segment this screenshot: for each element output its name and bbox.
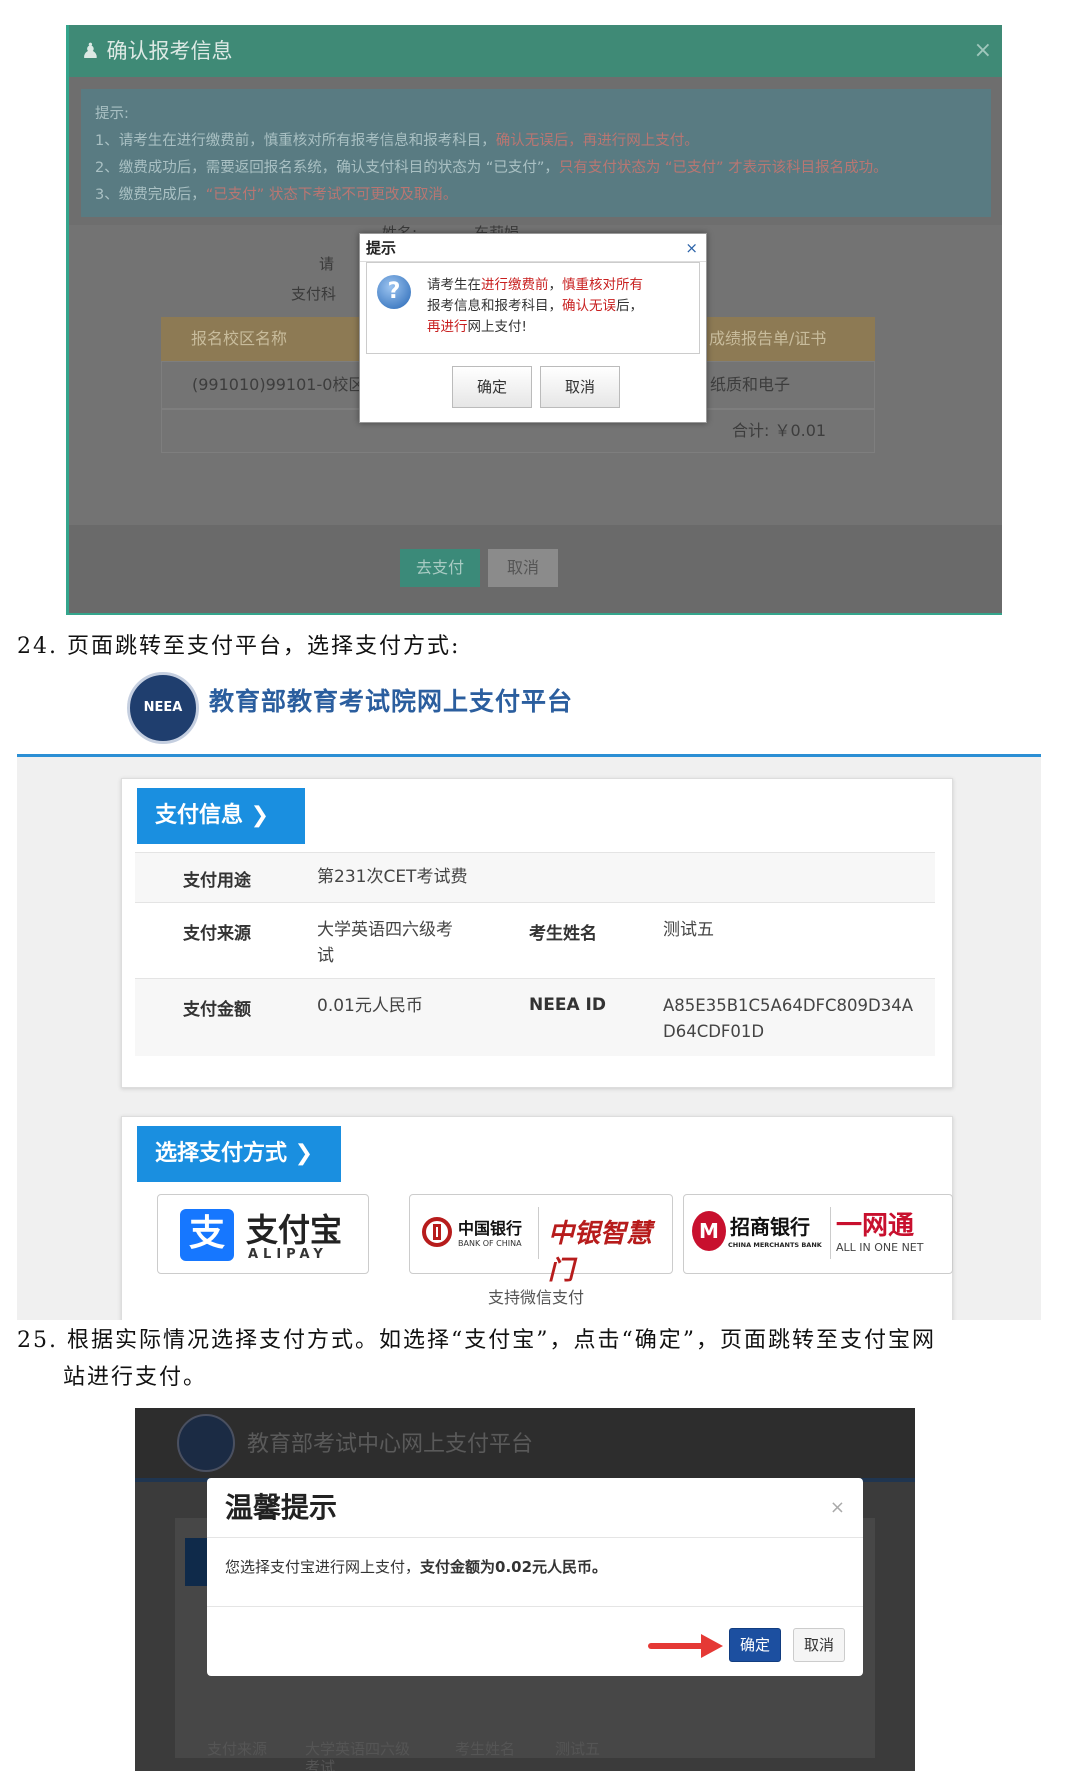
cell-campus: (991010)99101-0校区 [192, 375, 365, 394]
boc-en-label: BANK OF CHINA [458, 1239, 522, 1248]
table-row: 支付金额 0.01元人民币 NEEA ID A85E35B1C5A64DFC80… [135, 978, 935, 1056]
msg-part: 报考信息和报考科目， [427, 298, 562, 314]
tip-3-text: 3、缴费完成后， [95, 187, 206, 203]
modal-header: ♟ 确认报考信息 × [69, 25, 1002, 77]
bg-name-label: 考生姓名 [455, 1740, 516, 1758]
dimmed-platform-title: 教育部考试中心网上支付平台 [247, 1432, 534, 1457]
boc-brand-label: 中银智慧门 [548, 1219, 653, 1286]
neea-id-value: A85E35B1C5A64DFC809D34AD64CDF01D [663, 996, 914, 1041]
confirm-button[interactable]: 确定 [729, 1628, 781, 1662]
dialog-content: ? 请考生在进行缴费前，慎重核对所有 报考信息和报考科目，确认无误后， 再进行网上支… [366, 262, 700, 354]
col-campus: 报名校区名称 [191, 329, 288, 348]
cmb-brand-label: 一网通 [836, 1211, 915, 1241]
dialog-ok-button[interactable]: 确定 [452, 366, 532, 408]
tip-2: 2、缴费成功后，需要返回报名系统，确认支付科目的状态为 “已支付”，只有支付状态… [95, 155, 977, 182]
alipay-confirm-screenshot: 教育部考试中心网上支付平台 支付来源 大学英语四六级 考试 考生姓名 测试五 温… [135, 1408, 915, 1771]
amount-value: 0.01元人民币 [317, 996, 423, 1016]
dialog-header: 温馨提示 × [207, 1478, 863, 1538]
dialog-title: 温馨提示 [225, 1491, 338, 1524]
user-icon: ♟ [81, 39, 100, 63]
bg-name-value: 测试五 [555, 1740, 601, 1758]
close-icon[interactable]: × [830, 1478, 845, 1538]
divider [538, 1207, 539, 1259]
boc-cn-label: 中国银行 [458, 1219, 523, 1238]
purpose-label: 支付用途 [183, 871, 251, 891]
tip-3-highlight: “已支付” 状态下考试不可更改及取消。 [205, 187, 458, 203]
divider [207, 1606, 863, 1607]
alipay-en-label: ALIPAY [248, 1247, 328, 1262]
boc-logo-icon [422, 1217, 452, 1247]
close-icon[interactable]: × [974, 25, 992, 77]
payment-method-heading: 选择支付方式 ❯ [137, 1126, 341, 1182]
dialog-title: 提示 [366, 239, 397, 257]
msg-part: 再进行 [427, 319, 468, 335]
payment-platform-screenshot: NEEA 教育部教育考试院网上支付平台 支付信息 ❯ 支付用途 第231次CET… [17, 660, 1041, 1320]
cmb-brand-en-label: ALL IN ONE NET [836, 1241, 924, 1254]
alipay-icon: 支 [180, 1209, 234, 1261]
boc-option[interactable]: 中国银行 BANK OF CHINA 中银智慧门 [409, 1194, 673, 1286]
table-row: 支付来源 大学英语四六级考试 考生姓名 测试五 [135, 902, 935, 978]
cmb-cn-label: 招商银行 [730, 1215, 810, 1239]
neea-logo: NEEA [127, 672, 199, 744]
dialog-message: 您选择支付宝进行网上支付，支付金额为0.02元人民币。 [225, 1556, 607, 1577]
msg-part: 慎重核对所有 [562, 277, 643, 293]
wechat-support-note: 支持微信支付 [488, 1288, 585, 1307]
modal-title: 确认报考信息 [106, 39, 233, 63]
table-row: 支付用途 第231次CET考试费 [135, 852, 935, 902]
bg-source-label: 支付来源 [207, 1740, 268, 1758]
amount-label: 支付金额 [183, 1000, 251, 1020]
red-arrow-icon [648, 1634, 723, 1658]
name-value: 测试五 [663, 920, 714, 940]
neea-logo [177, 1414, 235, 1472]
cancel-button[interactable]: 取消 [793, 1628, 845, 1662]
msg-part: 后， [616, 298, 643, 314]
msg-part: 确认无误 [562, 298, 616, 314]
msg-part: 请考生在 [427, 277, 481, 293]
tip-1-highlight: 确认无误后，再进行网上支付。 [495, 133, 699, 149]
divider [830, 1207, 831, 1259]
source-label: 支付来源 [183, 924, 251, 944]
msg-part: 进行缴费前 [481, 277, 549, 293]
confirm-registration-screenshot: ♟ 确认报考信息 × 提示: 1、请考生在进行缴费前，慎重核对所有报考信息和报考… [66, 25, 1002, 615]
dialog-cancel-button[interactable]: 取消 [540, 366, 620, 408]
bg-char: 请 [319, 255, 335, 273]
warm-tip-dialog: 温馨提示 × 您选择支付宝进行网上支付，支付金额为0.02元人民币。 确定 取消 [207, 1478, 863, 1676]
msg-text: 您选择支付宝进行网上支付， [225, 1558, 421, 1576]
tips-box: 提示: 1、请考生在进行缴费前，慎重核对所有报考信息和报考科目，确认无误后，再进… [81, 89, 991, 217]
tip-3: 3、缴费完成后，“已支付” 状态下考试不可更改及取消。 [95, 182, 977, 209]
go-pay-button[interactable]: 去支付 [400, 549, 480, 587]
tip-1: 1、请考生在进行缴费前，慎重核对所有报考信息和报考科目，确认无误后，再进行网上支… [95, 128, 977, 155]
dialog-title-bar: 提示 × [360, 234, 706, 262]
alipay-cn-label: 支付宝 [246, 1211, 343, 1249]
total-amount: 合计: ￥0.01 [732, 421, 827, 440]
pay-info-heading: 支付信息 ❯ [137, 788, 305, 844]
tips-heading: 提示: [95, 106, 129, 122]
cmb-option[interactable]: M 招商银行 CHINA MERCHANTS BANK 一网通 ALL IN O… [683, 1194, 953, 1274]
bg-source-value-2: 考试 [305, 1758, 336, 1771]
close-icon[interactable]: × [685, 234, 698, 262]
msg-part: ， [548, 277, 563, 293]
platform-title: 教育部教育考试院网上支付平台 [209, 687, 574, 716]
cell-report: 纸质和电子 [710, 375, 791, 394]
cancel-button[interactable]: 取消 [488, 549, 558, 587]
msg-amount: 支付金额为0.02元人民币。 [420, 1558, 608, 1576]
col-report: 成绩报告单/证书 [709, 329, 827, 348]
cmb-en-label: CHINA MERCHANTS BANK [728, 1241, 822, 1249]
msg-part: 网上支付! [467, 319, 527, 335]
tip-1-text: 1、请考生在进行缴费前，慎重核对所有报考信息和报考科目， [95, 133, 496, 149]
prompt-dialog: 提示 × ? 请考生在进行缴费前，慎重核对所有 报考信息和报考科目，确认无误后， 再… [359, 233, 707, 423]
neea-id-label: NEEA ID [529, 995, 606, 1015]
cmb-logo-icon: M [692, 1211, 726, 1251]
dialog-message: 请考生在进行缴费前，慎重核对所有 报考信息和报考科目，确认无误后， 再进行网上支付! [427, 275, 693, 338]
source-value: 大学英语四六级考试 [317, 920, 453, 966]
bg-pay-label: 支付科 [291, 285, 337, 303]
tip-2-text: 2、缴费成功后，需要返回报名系统，确认支付科目的状态为 “已支付”， [95, 160, 559, 176]
name-label: 考生姓名 [529, 924, 597, 944]
alipay-option[interactable]: 支 支付宝 ALIPAY [157, 1194, 369, 1274]
purpose-value: 第231次CET考试费 [317, 867, 468, 887]
question-icon: ? [377, 275, 411, 309]
tip-2-highlight: 只有支付状态为 “已支付” 才表示该科目报名成功。 [558, 160, 888, 176]
step-25-caption-line1: 25. 根据实际情况选择支付方式。如选择“支付宝”，点击“确定”，页面跳转至支付… [17, 1328, 936, 1353]
step-25-caption-line2: 站进行支付。 [63, 1365, 208, 1390]
